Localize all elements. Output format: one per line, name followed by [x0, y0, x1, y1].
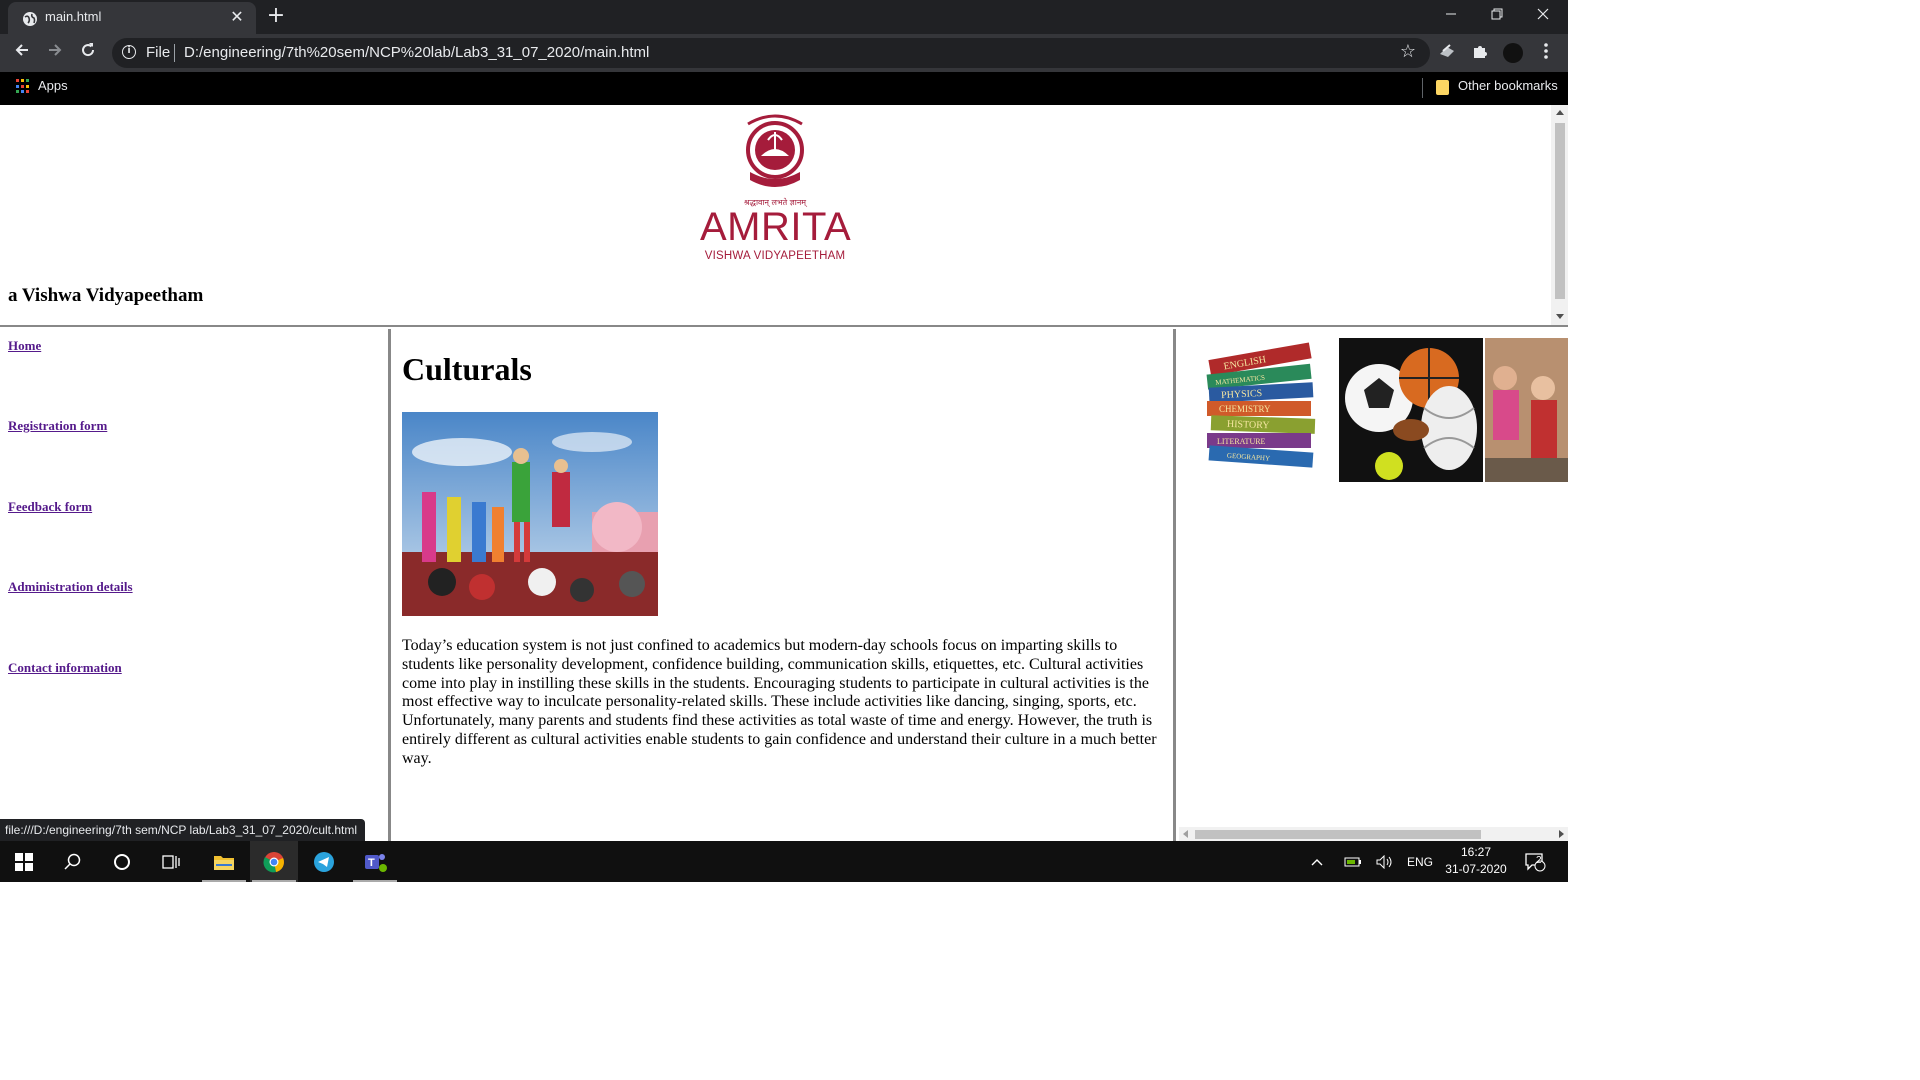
nav-link-home[interactable]: Home	[8, 338, 41, 354]
reload-icon	[82, 43, 95, 57]
logo-subtitle: VISHWA VIDYAPEETHAM	[704, 250, 846, 262]
chrome-button[interactable]	[250, 841, 298, 882]
url-scheme: File	[146, 44, 171, 61]
book-label: LITERATURE	[1217, 437, 1266, 446]
apps-grid-icon[interactable]	[16, 79, 31, 94]
cortana-icon	[114, 853, 130, 870]
nav-frame: Home Registration form Feedback form Adm…	[0, 329, 391, 841]
gallery-scrollbar[interactable]	[1179, 827, 1568, 841]
windows-icon	[15, 852, 33, 871]
back-icon	[15, 44, 28, 56]
emblem-icon	[746, 114, 804, 187]
restore-icon	[1491, 8, 1503, 20]
windows-taskbar: T ENG 16:27 31-07-2020 2	[0, 841, 1568, 882]
students-image	[1485, 338, 1568, 482]
nav-link-registration[interactable]: Registration form	[8, 418, 107, 434]
scroll-left-icon[interactable]	[1183, 830, 1188, 838]
globe-icon	[23, 12, 37, 26]
forward-icon	[49, 44, 62, 56]
teams-icon: T	[365, 853, 387, 872]
tab-strip: main.html ✕ +	[0, 0, 1568, 34]
system-clock[interactable]: 16:27 31-07-2020	[1440, 844, 1512, 878]
header-scrollbar[interactable]	[1551, 105, 1568, 325]
cortana-button[interactable]	[98, 841, 146, 882]
book-label: PHYSICS	[1221, 388, 1263, 401]
scroll-thumb[interactable]	[1195, 830, 1481, 839]
teams-button[interactable]: T	[351, 841, 399, 882]
menu-icon[interactable]	[1535, 42, 1557, 64]
chrome-icon	[263, 851, 284, 872]
task-view-icon	[162, 854, 180, 869]
content-paragraph: Today’s education system is not just con…	[402, 637, 1157, 767]
back-button[interactable]	[9, 40, 35, 66]
nav-link-feedback[interactable]: Feedback form	[8, 499, 92, 515]
info-icon[interactable]: i	[122, 45, 136, 59]
sports-balls-image	[1339, 338, 1483, 482]
page-title: Culturals	[402, 351, 532, 387]
minimize-icon	[1446, 13, 1456, 15]
puzzle-icon[interactable]	[1469, 42, 1491, 64]
language-indicator[interactable]: ENG	[1407, 841, 1433, 882]
search-button[interactable]	[49, 841, 97, 882]
apps-bookmark[interactable]: Apps	[38, 78, 68, 93]
volume-icon[interactable]	[1376, 841, 1394, 882]
task-view-button[interactable]	[147, 841, 195, 882]
battery-icon[interactable]	[1344, 841, 1362, 882]
address-bar[interactable]: i File D:/engineering/7th%20sem/NCP%20la…	[112, 38, 1430, 68]
telegram-icon	[314, 851, 334, 872]
browser-tab[interactable]: main.html ✕	[8, 2, 256, 34]
browser-toolbar: i File D:/engineering/7th%20sem/NCP%20la…	[0, 34, 1568, 72]
forward-button[interactable]	[42, 40, 68, 66]
file-explorer-button[interactable]	[200, 841, 248, 882]
book-label: CHEMISTRY	[1219, 404, 1271, 414]
close-window-button[interactable]	[1520, 0, 1566, 32]
clock-date: 31-07-2020	[1445, 862, 1507, 876]
tray-overflow-icon[interactable]	[1311, 841, 1323, 882]
omnibox-divider	[174, 44, 175, 62]
scroll-up-icon[interactable]	[1556, 110, 1564, 115]
profile-avatar[interactable]	[1503, 43, 1523, 63]
bookmark-star-icon[interactable]: ☆	[1400, 41, 1416, 62]
svg-text:T: T	[368, 857, 375, 869]
scroll-thumb[interactable]	[1555, 123, 1565, 299]
book-label: HISTORY	[1227, 419, 1270, 431]
content-frame: Culturals Today’s education system is no…	[394, 329, 1176, 841]
scroll-right-icon[interactable]	[1559, 830, 1564, 838]
site-heading: a Vishwa Vidyapeetham	[8, 285, 204, 306]
bookmarks-bar: Apps Other bookmarks	[0, 72, 1568, 105]
telegram-button[interactable]	[300, 841, 348, 882]
close-icon	[1537, 8, 1549, 20]
minimize-button[interactable]	[1428, 0, 1474, 32]
restore-button[interactable]	[1474, 0, 1520, 32]
tab-title: main.html	[45, 9, 102, 24]
nav-link-administration[interactable]: Administration details	[8, 579, 133, 595]
start-button[interactable]	[0, 841, 48, 882]
scroll-down-icon[interactable]	[1556, 314, 1564, 319]
bookmarks-divider	[1422, 78, 1423, 98]
books-image: ENGLISH MATHEMATICS PHYSICS CHEMISTRY HI…	[1201, 341, 1329, 473]
folder-icon	[214, 855, 234, 870]
new-tab-button[interactable]: +	[264, 4, 288, 28]
reload-button[interactable]	[75, 40, 101, 66]
notification-count: 2	[1536, 855, 1542, 866]
tab-close-icon[interactable]: ✕	[229, 9, 245, 25]
cultural-image	[402, 412, 658, 616]
gallery-frame: ENGLISH MATHEMATICS PHYSICS CHEMISTRY HI…	[1179, 329, 1568, 841]
header-frame: श्रद्धावान् लभते ज्ञानम् AMRITA VISHWA V…	[0, 105, 1568, 327]
logo-wordmark: AMRITA	[700, 205, 852, 249]
amrita-logo: श्रद्धावान् लभते ज्ञानम् AMRITA VISHWA V…	[700, 110, 852, 270]
clock-time: 16:27	[1460, 845, 1492, 859]
folder-icon	[1436, 80, 1449, 95]
nav-link-contact[interactable]: Contact information	[8, 660, 122, 676]
link-status-bubble: file:///D:/engineering/7th sem/NCP lab/L…	[0, 819, 366, 841]
other-bookmarks[interactable]: Other bookmarks	[1458, 78, 1558, 93]
url-text[interactable]: D:/engineering/7th%20sem/NCP%20lab/Lab3_…	[184, 44, 649, 61]
extension-icon[interactable]	[1436, 42, 1458, 64]
search-icon	[64, 853, 81, 870]
notification-center-icon[interactable]: 2	[1524, 841, 1546, 882]
